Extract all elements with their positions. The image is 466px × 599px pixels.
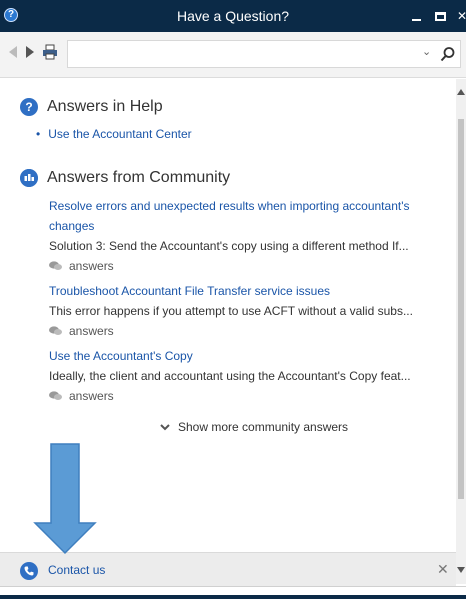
minimize-icon [411,18,421,21]
list-item: • Use the Accountant Center [36,127,192,141]
bullet-icon: • [36,127,41,141]
down-arrow-annotation [33,443,97,555]
show-more-label: Show more community answers [178,420,349,434]
question-circle-icon: ? [20,98,38,116]
answer-snippet: This error happens if you attempt to use… [49,304,413,318]
list-item: Resolve errors and unexpected results wh… [49,196,419,276]
answer-link[interactable]: Use the Accountant's Copy [49,346,419,366]
maximize-icon [434,12,446,22]
answer-meta-label: answers [69,324,114,338]
maximize-button[interactable] [430,6,450,26]
chat-bubble-icon [49,261,62,270]
window-title: Have a Question? [176,8,290,24]
chat-bubble-icon [49,391,62,400]
show-more-button[interactable]: Show more community answers [160,420,348,434]
scroll-thumb[interactable] [458,119,464,499]
answer-meta: answers [49,256,419,276]
title-bar: ? Have a Question? ✕ [0,0,466,32]
close-icon: ✕ [456,9,466,23]
back-arrow-icon[interactable] [9,46,17,58]
chevron-down-icon [160,424,170,431]
search-box: ⌄ [67,40,461,68]
list-item: Use the Accountant's Copy Ideally, the c… [49,346,419,406]
window-bottom-edge [0,586,466,599]
minimize-button[interactable] [406,6,426,26]
answer-link[interactable]: Resolve errors and unexpected results wh… [49,196,419,236]
answer-meta-label: answers [69,259,114,273]
search-input[interactable] [72,45,412,63]
answer-snippet: Solution 3: Send the Accountant's copy u… [49,239,409,253]
printer-icon[interactable] [42,44,58,60]
community-icon [20,169,38,187]
help-section-header: ? Answers in Help [20,96,163,118]
close-icon[interactable]: ✕ [437,561,449,578]
scroll-down-icon[interactable] [457,567,465,573]
help-link[interactable]: Use the Accountant Center [48,127,191,141]
contact-bar: Contact us ✕ [0,552,456,586]
contact-us-link[interactable]: Contact us [48,563,105,577]
forward-arrow-icon[interactable] [26,46,34,58]
toolbar: ⌄ [0,32,466,78]
chat-bubble-icon [49,326,62,335]
answer-meta-label: answers [69,389,114,403]
community-section-title: Answers from Community [47,169,231,186]
vertical-scrollbar[interactable] [456,79,466,584]
close-window-button[interactable]: ✕ [452,6,466,26]
answer-snippet: Ideally, the client and accountant using… [49,369,411,383]
answer-meta: answers [49,386,419,406]
scroll-up-icon[interactable] [457,89,465,95]
chevron-down-icon[interactable]: ⌄ [422,45,431,58]
phone-icon [20,562,38,580]
community-section-header: Answers from Community [20,167,230,189]
answer-link[interactable]: Troubleshoot Accountant File Transfer se… [49,281,419,301]
answer-meta: answers [49,321,419,341]
help-section-title: Answers in Help [47,98,163,115]
magnifier-icon[interactable] [440,46,456,62]
list-item: Troubleshoot Accountant File Transfer se… [49,281,419,341]
window-border [0,595,466,599]
